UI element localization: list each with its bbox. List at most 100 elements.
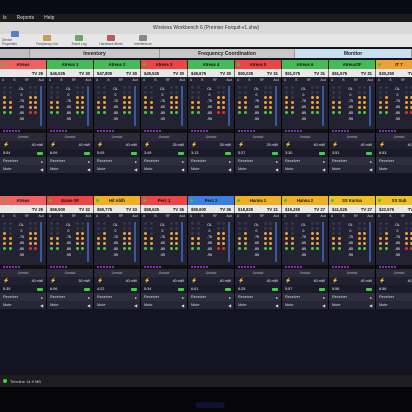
mode-cell[interactable]: Unmod <box>282 133 329 141</box>
frequency-cell[interactable]: $41,525 TV 27 <box>329 205 376 213</box>
power-cell[interactable]: ⚡ 40 mW <box>282 141 329 149</box>
channel-name-tile[interactable]: Hanna 2 <box>282 196 329 205</box>
power-cell[interactable]: ⚡ 25 mW <box>141 141 188 149</box>
mute-cell[interactable]: Mute◀ <box>141 165 188 173</box>
menu-item-help[interactable]: Help <box>44 15 54 21</box>
power-cell[interactable]: ⚡ 40 mW <box>94 141 141 149</box>
channel-name-tile[interactable]: Hit Aldh <box>94 196 141 205</box>
channel-name-tile[interactable]: Atreus 5 <box>235 60 282 69</box>
frequency-cell[interactable]: $51,575 TV 31 <box>329 69 376 77</box>
mode-cell[interactable]: Unmod <box>0 133 47 141</box>
mute-cell[interactable]: Mute◀ <box>47 301 94 309</box>
frequency-cell[interactable]: $59,600 TV 36 <box>188 205 235 213</box>
receiver-cell[interactable]: Receiver▸ <box>188 157 235 165</box>
power-cell[interactable]: ⚡ 40 mW <box>47 141 94 149</box>
tab-inventory[interactable]: Inventory <box>30 49 160 58</box>
power-cell[interactable]: ⚡ 40 mW <box>0 277 47 285</box>
receiver-cell[interactable]: Receiver▸ <box>47 157 94 165</box>
mode-cell[interactable]: Unmod <box>188 269 235 277</box>
mode-cell[interactable]: Unmod <box>94 269 141 277</box>
mode-cell[interactable]: Unmod <box>282 269 329 277</box>
mute-cell[interactable]: Mute◀ <box>376 165 412 173</box>
tab-frequency-coordination[interactable]: Frequency Coordination <box>160 49 295 58</box>
receiver-cell[interactable]: Receiver▸ <box>141 293 188 301</box>
power-cell[interactable]: ⚡ 50 mW <box>47 277 94 285</box>
mute-cell[interactable]: Mute◀ <box>282 301 329 309</box>
frequency-cell[interactable]: TV 29 <box>0 205 47 213</box>
frequency-cell[interactable]: 547,800 TV 30 <box>94 69 141 77</box>
power-cell[interactable]: ⚡ 40 mW <box>0 141 47 149</box>
frequency-cell[interactable]: $58,625 TV 36 <box>141 205 188 213</box>
channel-name-tile[interactable]: Perc 1 <box>141 196 188 205</box>
mute-cell[interactable]: Mute◀ <box>94 301 141 309</box>
power-cell[interactable]: ⚡ 40 mW <box>235 277 282 285</box>
channel-name-tile[interactable]: Atreus 1 <box>47 60 94 69</box>
channel-name-tile[interactable]: Atreus <box>0 60 47 69</box>
toolbar-button[interactable]: Hardware Alerts <box>98 35 124 46</box>
mute-cell[interactable]: Mute◀ <box>376 301 412 309</box>
mute-cell[interactable]: Mute◀ <box>141 301 188 309</box>
power-cell[interactable]: ⚡ 35 mW <box>188 141 235 149</box>
receiver-cell[interactable]: Receiver▸ <box>94 293 141 301</box>
receiver-cell[interactable]: Receiver▸ <box>47 293 94 301</box>
channel-name-tile[interactable]: Atreus 2 <box>94 60 141 69</box>
channel-name-tile[interactable]: IT 7 <box>376 60 412 69</box>
power-cell[interactable]: ⚡ 40 mW <box>282 277 329 285</box>
tab-blank[interactable] <box>0 49 30 58</box>
mute-cell[interactable]: Mute◀ <box>47 165 94 173</box>
mute-cell[interactable]: Mute◀ <box>188 301 235 309</box>
toolbar-button[interactable]: Event Log <box>66 35 92 46</box>
power-cell[interactable]: ⚡ 40 mW <box>188 277 235 285</box>
channel-name-tile[interactable]: Atreus 3 <box>141 60 188 69</box>
menu-item-reports[interactable]: Reports <box>17 15 35 21</box>
mode-cell[interactable]: Unmod <box>47 269 94 277</box>
mute-cell[interactable]: Mute◀ <box>0 301 47 309</box>
frequency-cell[interactable]: $46,525 TV 30 <box>47 69 94 77</box>
channel-name-tile[interactable]: SS Karma <box>329 196 376 205</box>
frequency-cell[interactable]: $22,575 TV 27 <box>376 205 412 213</box>
receiver-cell[interactable]: Receiver▸ <box>0 293 47 301</box>
power-cell[interactable]: ⚡ 40 mW <box>141 277 188 285</box>
mode-cell[interactable]: Unmod <box>329 133 376 141</box>
mode-cell[interactable]: Unmod <box>376 133 412 141</box>
receiver-cell[interactable]: Receiver▸ <box>94 157 141 165</box>
menu-item-tools[interactable]: ls <box>3 15 7 21</box>
mute-cell[interactable]: Mute◀ <box>329 165 376 173</box>
tab-monitor[interactable]: Monitor <box>295 49 412 58</box>
toolbar-button[interactable]: Device Properties <box>2 31 28 46</box>
receiver-cell[interactable]: Receiver▸ <box>282 157 329 165</box>
channel-name-tile[interactable]: Atreus <box>0 196 47 205</box>
receiver-cell[interactable]: Receiver▸ <box>188 293 235 301</box>
channel-name-tile[interactable]: Perc 2 <box>188 196 235 205</box>
receiver-cell[interactable]: Receiver▸ <box>376 293 412 301</box>
frequency-cell[interactable]: $49,675 TV 30 <box>188 69 235 77</box>
mode-cell[interactable]: Unmod <box>0 269 47 277</box>
mute-cell[interactable]: Mute◀ <box>235 301 282 309</box>
mute-cell[interactable]: Mute◀ <box>282 165 329 173</box>
power-cell[interactable]: ⚡ 40 mW <box>329 277 376 285</box>
receiver-cell[interactable]: Receiver▸ <box>329 293 376 301</box>
mode-cell[interactable]: Unmod <box>94 133 141 141</box>
mode-cell[interactable]: Unmod <box>141 269 188 277</box>
frequency-cell[interactable]: $49,525 TV 30 <box>141 69 188 77</box>
toolbar-button[interactable]: Frequency List <box>34 35 60 46</box>
mute-cell[interactable]: Mute◀ <box>188 165 235 173</box>
frequency-cell[interactable]: $59,500 TV 32 <box>47 205 94 213</box>
frequency-cell[interactable]: $18,825 TV 21 <box>235 205 282 213</box>
mode-cell[interactable]: Unmod <box>47 133 94 141</box>
power-cell[interactable]: ⚡ 40 mW <box>376 277 412 285</box>
channel-name-tile[interactable]: Hanna 1 <box>235 196 282 205</box>
receiver-cell[interactable]: Receiver▸ <box>282 293 329 301</box>
power-cell[interactable]: ⚡ 40 mW <box>94 277 141 285</box>
mute-cell[interactable]: Mute◀ <box>94 165 141 173</box>
mode-cell[interactable]: Unmod <box>329 269 376 277</box>
power-cell[interactable]: ⚡ 40 mW <box>329 141 376 149</box>
channel-name-tile[interactable]: Game SF <box>47 196 94 205</box>
power-cell[interactable]: ⚡ 40 mW <box>376 141 412 149</box>
frequency-cell[interactable]: $30,250 TV 27 <box>376 69 412 77</box>
receiver-cell[interactable]: Receiver▸ <box>0 157 47 165</box>
channel-name-tile[interactable]: SS Sub <box>376 196 412 205</box>
mode-cell[interactable]: Unmod <box>235 269 282 277</box>
mode-cell[interactable]: Unmod <box>376 269 412 277</box>
channel-name-tile[interactable]: AtreusSF <box>329 60 376 69</box>
